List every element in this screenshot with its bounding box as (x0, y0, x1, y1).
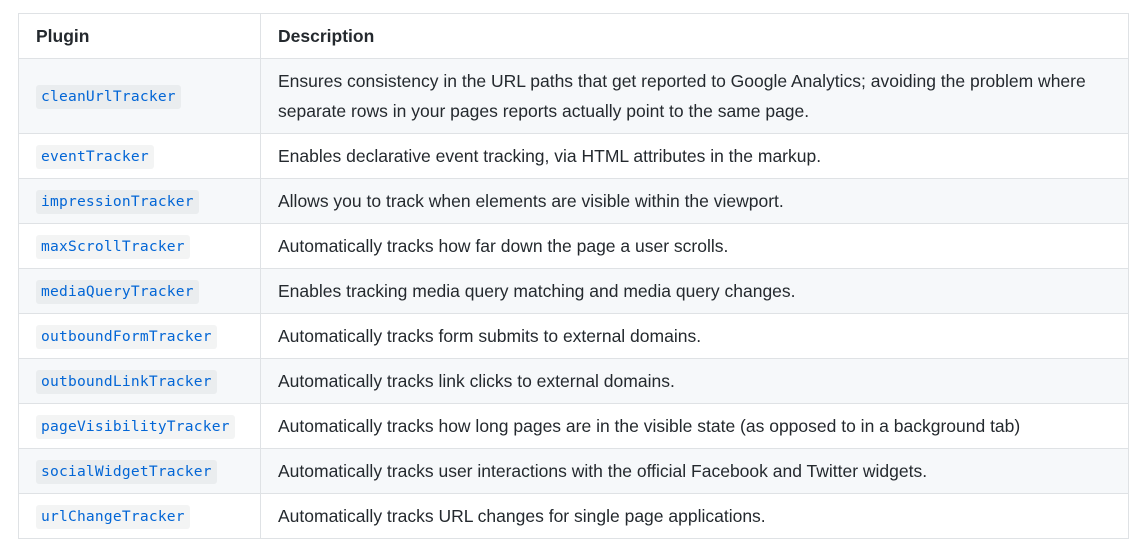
table-row: eventTracker Enables declarative event t… (18, 133, 1129, 179)
plugin-cell: pageVisibilityTracker (18, 403, 261, 449)
plugin-name-event-tracker: eventTracker (36, 145, 154, 169)
plugin-name-clean-url-tracker: cleanUrlTracker (36, 85, 181, 109)
description-cell: Enables declarative event tracking, via … (260, 133, 1129, 179)
plugin-cell: cleanUrlTracker (18, 58, 261, 134)
plugin-cell: maxScrollTracker (18, 223, 261, 269)
table-row: pageVisibilityTracker Automatically trac… (18, 403, 1129, 449)
table-row: outboundLinkTracker Automatically tracks… (18, 358, 1129, 404)
plugin-cell: eventTracker (18, 133, 261, 179)
plugin-name-outbound-form-tracker: outboundFormTracker (36, 325, 217, 349)
description-cell: Automatically tracks link clicks to exte… (260, 358, 1129, 404)
description-cell: Automatically tracks how long pages are … (260, 403, 1129, 449)
plugins-table: Plugin Description cleanUrlTracker Ensur… (18, 13, 1129, 539)
header-description: Description (260, 13, 1129, 59)
description-cell: Automatically tracks user interactions w… (260, 448, 1129, 494)
table-row: cleanUrlTracker Ensures consistency in t… (18, 58, 1129, 134)
table-row: outboundFormTracker Automatically tracks… (18, 313, 1129, 359)
description-cell: Automatically tracks form submits to ext… (260, 313, 1129, 359)
plugin-cell: mediaQueryTracker (18, 268, 261, 314)
table-header-row: Plugin Description (18, 13, 1129, 59)
plugin-name-url-change-tracker: urlChangeTracker (36, 505, 190, 529)
plugin-cell: impressionTracker (18, 178, 261, 224)
table-row: mediaQueryTracker Enables tracking media… (18, 268, 1129, 314)
plugin-name-outbound-link-tracker: outboundLinkTracker (36, 370, 217, 394)
plugin-name-page-visibility-tracker: pageVisibilityTracker (36, 415, 235, 439)
plugin-cell: outboundFormTracker (18, 313, 261, 359)
plugin-cell: outboundLinkTracker (18, 358, 261, 404)
plugin-name-max-scroll-tracker: maxScrollTracker (36, 235, 190, 259)
plugin-name-impression-tracker: impressionTracker (36, 190, 199, 214)
table-row: impressionTracker Allows you to track wh… (18, 178, 1129, 224)
header-plugin: Plugin (18, 13, 261, 59)
plugin-cell: urlChangeTracker (18, 493, 261, 539)
table-row: urlChangeTracker Automatically tracks UR… (18, 493, 1129, 539)
description-cell: Allows you to track when elements are vi… (260, 178, 1129, 224)
table-row: socialWidgetTracker Automatically tracks… (18, 448, 1129, 494)
plugins-table-container: Plugin Description cleanUrlTracker Ensur… (18, 13, 1129, 539)
plugin-name-media-query-tracker: mediaQueryTracker (36, 280, 199, 304)
description-cell: Automatically tracks URL changes for sin… (260, 493, 1129, 539)
table-row: maxScrollTracker Automatically tracks ho… (18, 223, 1129, 269)
description-cell: Enables tracking media query matching an… (260, 268, 1129, 314)
description-cell: Automatically tracks how far down the pa… (260, 223, 1129, 269)
plugin-cell: socialWidgetTracker (18, 448, 261, 494)
description-cell: Ensures consistency in the URL paths tha… (260, 58, 1129, 134)
plugin-name-social-widget-tracker: socialWidgetTracker (36, 460, 217, 484)
